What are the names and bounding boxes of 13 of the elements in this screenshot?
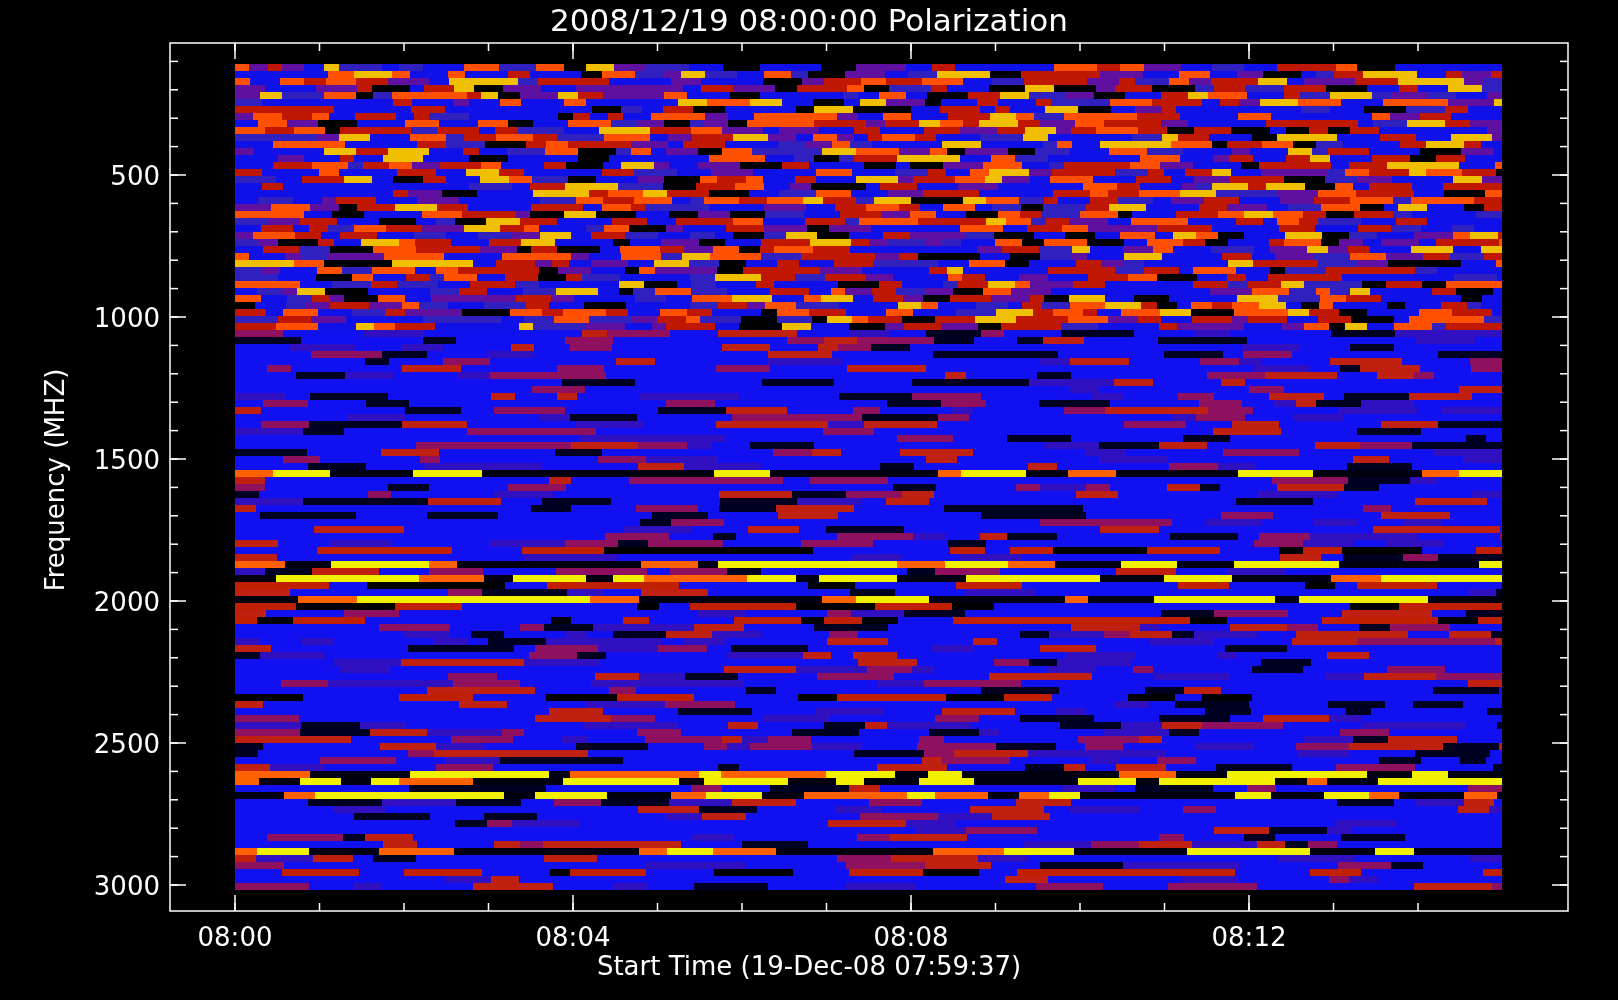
axis-tick-label: 08:12 <box>1211 922 1287 952</box>
axis-tick-label: 3000 <box>93 871 160 901</box>
axis-tick-label: 1000 <box>93 303 160 333</box>
axis-tick-label: 2000 <box>93 587 160 617</box>
axis-tick-label: 08:04 <box>535 922 611 952</box>
chart-title: 2008/12/19 08:00:00 Polarization <box>550 2 1068 38</box>
axis-label: Start Time (19-Dec-08 07:59:37) <box>596 951 1022 981</box>
axis-tick-label: 08:00 <box>197 922 273 952</box>
axis-tick-label: 2500 <box>93 729 160 759</box>
axis-tick-label: 1500 <box>93 445 160 475</box>
axis-tick-label: 500 <box>110 161 160 191</box>
axis-tick-label: 08:08 <box>873 922 949 952</box>
axis-label: Frequency (MHZ) <box>40 368 70 592</box>
